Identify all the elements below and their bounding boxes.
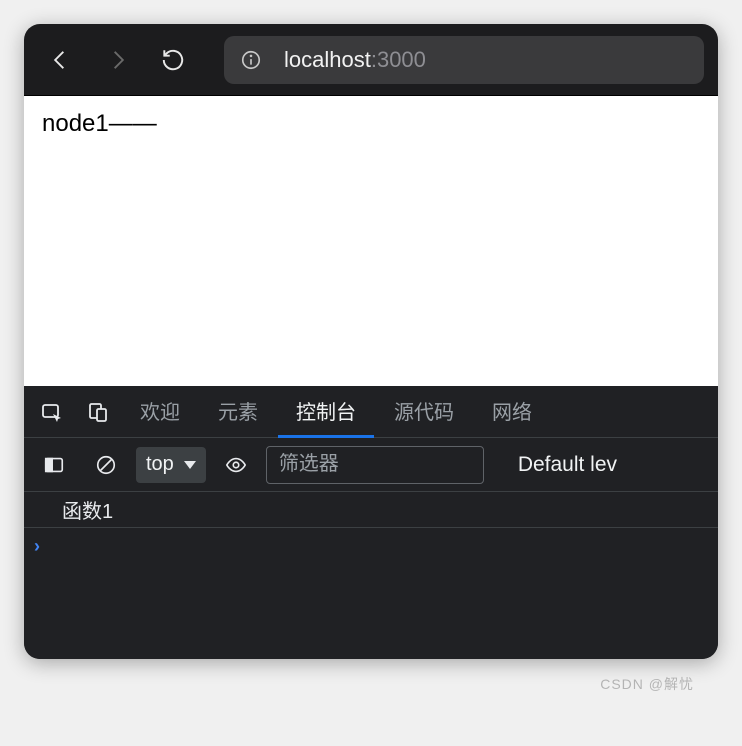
arrow-left-icon xyxy=(47,46,75,74)
sidebar-icon xyxy=(43,454,65,476)
clear-console-button[interactable] xyxy=(84,443,128,487)
address-port: :3000 xyxy=(371,47,426,72)
page-content: node1—— xyxy=(24,96,718,386)
context-label: top xyxy=(146,453,174,476)
back-button[interactable] xyxy=(38,37,84,83)
browser-window: localhost:3000 node1—— 欢迎 元素 控制台 源代码 网络 xyxy=(24,24,718,659)
arrow-right-icon xyxy=(103,46,131,74)
console-body: 函数1 › xyxy=(24,492,718,659)
filter-input[interactable] xyxy=(266,446,484,484)
live-expression-button[interactable] xyxy=(214,443,258,487)
tab-elements[interactable]: 元素 xyxy=(200,386,276,438)
console-toolbar: top Default lev xyxy=(24,438,718,492)
inspect-element-button[interactable] xyxy=(30,390,74,434)
address-text: localhost:3000 xyxy=(284,47,426,73)
nav-buttons xyxy=(38,37,196,83)
devtools-tabs: 欢迎 元素 控制台 源代码 网络 xyxy=(24,386,718,438)
watermark: CSDN @解忧 xyxy=(600,674,694,694)
toggle-sidebar-button[interactable] xyxy=(32,443,76,487)
eye-icon xyxy=(225,454,247,476)
reload-icon xyxy=(160,47,186,73)
chevron-down-icon xyxy=(184,461,196,469)
tab-sources[interactable]: 源代码 xyxy=(376,386,472,438)
forward-button[interactable] xyxy=(94,37,140,83)
devtools-panel: 欢迎 元素 控制台 源代码 网络 top Default lev 函数 xyxy=(24,386,718,659)
tab-welcome[interactable]: 欢迎 xyxy=(122,386,198,438)
device-icon xyxy=(86,400,110,424)
clear-icon xyxy=(95,454,117,476)
page-body-text: node1—— xyxy=(42,110,157,137)
info-icon xyxy=(240,49,262,71)
site-info-icon[interactable] xyxy=(240,49,262,71)
reload-button[interactable] xyxy=(150,37,196,83)
console-input-line[interactable]: › xyxy=(24,528,718,564)
log-levels-label[interactable]: Default lev xyxy=(518,453,617,477)
tab-console[interactable]: 控制台 xyxy=(278,386,374,438)
context-selector[interactable]: top xyxy=(136,447,206,483)
tab-network[interactable]: 网络 xyxy=(474,386,550,438)
console-prompt-icon: › xyxy=(34,536,40,557)
address-host: localhost xyxy=(284,47,371,72)
address-bar[interactable]: localhost:3000 xyxy=(224,36,704,84)
nav-toolbar: localhost:3000 xyxy=(24,24,718,96)
inspect-icon xyxy=(40,400,64,424)
device-toggle-button[interactable] xyxy=(76,390,120,434)
console-log-entry[interactable]: 函数1 xyxy=(24,492,718,528)
